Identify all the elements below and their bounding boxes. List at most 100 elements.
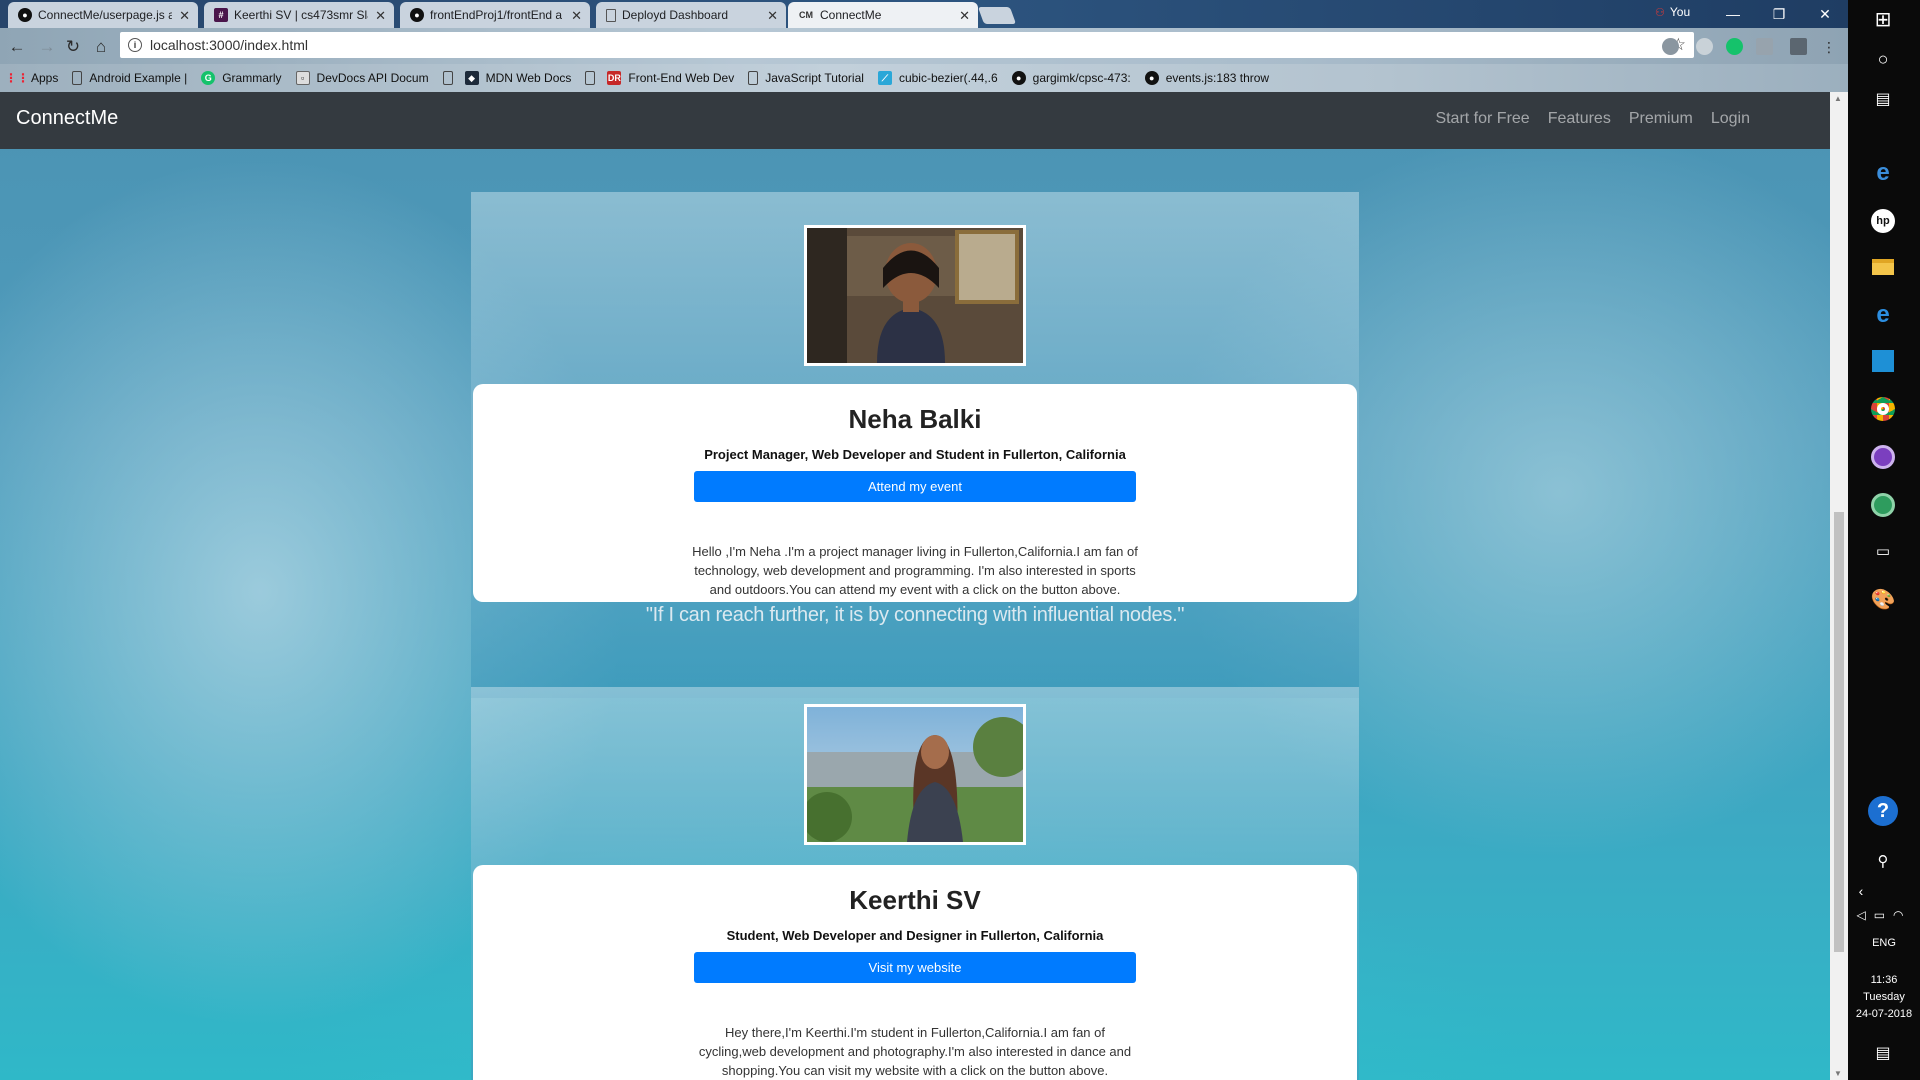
- bookmarks-bar: ⋮⋮ Apps Android Example | G Grammarly ▫ …: [0, 64, 1848, 92]
- portrait-image: [807, 707, 1023, 842]
- bookmark-label: DevDocs API Docum: [316, 71, 429, 85]
- page-icon: [606, 8, 616, 22]
- bookmark-item[interactable]: Android Example |: [72, 71, 187, 85]
- page-icon: [72, 71, 83, 85]
- profile-role: Student, Web Developer and Designer in F…: [726, 928, 1104, 943]
- bookmark-item[interactable]: ◆ MDN Web Docs: [442, 71, 572, 85]
- app-icon[interactable]: [1868, 442, 1898, 472]
- bookmark-label: MDN Web Docs: [485, 71, 572, 85]
- clock-time[interactable]: 11:36: [1848, 973, 1920, 988]
- profile-name: You: [1669, 5, 1691, 19]
- bookmark-label: JavaScript Tutorial: [765, 71, 864, 85]
- profile-photo-keerthi: [804, 704, 1026, 845]
- profile-button[interactable]: ⚇ You: [1655, 5, 1690, 19]
- menu-icon[interactable]: ⋮: [1818, 36, 1840, 58]
- close-icon[interactable]: ✕: [375, 8, 386, 24]
- file-explorer-icon[interactable]: [1868, 252, 1898, 282]
- tab-frontend-proj[interactable]: ● frontEndProj1/frontEnd a ✕: [400, 2, 590, 28]
- bookmark-label: cubic-bezier(.44,.6: [898, 71, 998, 85]
- bookmark-item[interactable]: ● gargimk/cpsc-473:: [1011, 71, 1131, 85]
- system-tray-icons[interactable]: ◁▭◠: [1854, 900, 1914, 930]
- windows-start-icon[interactable]: ⊞: [1868, 4, 1898, 34]
- cm-icon: CM: [799, 10, 813, 20]
- scroll-up-icon[interactable]: ▲: [1834, 94, 1842, 103]
- nav-login[interactable]: Login: [1711, 110, 1750, 128]
- home-icon[interactable]: ⌂: [90, 36, 112, 58]
- url-text: localhost:3000/index.html: [150, 37, 308, 53]
- internet-explorer-icon[interactable]: e: [1868, 300, 1898, 330]
- terminal-icon[interactable]: ▭: [1868, 536, 1898, 566]
- profile-name: Keerthi SV: [849, 885, 981, 915]
- edge-icon[interactable]: e: [1868, 158, 1898, 188]
- nav-start-free[interactable]: Start for Free: [1435, 110, 1529, 128]
- paint-icon[interactable]: 🎨: [1868, 584, 1898, 614]
- scroll-down-icon[interactable]: ▼: [1834, 1069, 1842, 1078]
- profile-bio: Hey there,I'm Keerthi.I'm student in Ful…: [698, 1025, 1132, 1078]
- extension-icon[interactable]: [1696, 38, 1713, 55]
- attend-event-button[interactable]: Attend my event: [694, 471, 1136, 502]
- nav-features[interactable]: Features: [1548, 110, 1611, 128]
- info-icon[interactable]: i: [128, 38, 142, 52]
- profile-card-keerthi: Keerthi SV Student, Web Developer and De…: [473, 865, 1357, 1080]
- bookmark-item[interactable]: ● events.js:183 throw: [1144, 71, 1270, 85]
- bookmark-apps[interactable]: ⋮⋮ Apps: [5, 71, 58, 85]
- language-indicator[interactable]: ENG: [1848, 936, 1920, 951]
- tab-title: ConnectMe: [820, 8, 882, 22]
- bookmark-label: events.js:183 throw: [1165, 71, 1270, 85]
- github-icon: ●: [1144, 71, 1159, 85]
- restore-button[interactable]: ❐: [1756, 0, 1802, 28]
- help-icon[interactable]: ?: [1868, 796, 1898, 826]
- task-view-icon[interactable]: ▤: [1868, 84, 1898, 114]
- bookmark-item[interactable]: ⟋ cubic-bezier(.44,.6: [877, 71, 998, 85]
- extension-icon[interactable]: [1790, 38, 1807, 55]
- close-icon[interactable]: ✕: [571, 8, 582, 24]
- store-icon[interactable]: [1868, 346, 1898, 376]
- people-icon[interactable]: ⚲: [1868, 846, 1898, 876]
- site-navbar: ConnectMe Start for Free Features Premiu…: [0, 92, 1830, 149]
- notifications-icon[interactable]: ▤: [1868, 1038, 1898, 1068]
- page-scrollbar[interactable]: ▲ ▼: [1830, 92, 1848, 1080]
- minimize-button[interactable]: —: [1710, 0, 1756, 28]
- close-icon[interactable]: ✕: [767, 8, 778, 24]
- nav-links: Start for Free Features Premium Login: [1435, 110, 1750, 128]
- bookmark-item[interactable]: ▫ DevDocs API Docum: [295, 71, 429, 85]
- quote-text: "If I can reach further, it is by connec…: [645, 604, 1185, 626]
- bookmark-item[interactable]: G Grammarly: [201, 71, 282, 85]
- devdocs-icon: ▫: [295, 71, 310, 85]
- nav-premium[interactable]: Premium: [1629, 110, 1693, 128]
- visit-website-button[interactable]: Visit my website: [694, 952, 1136, 983]
- tab-title: ConnectMe/userpage.js a: [38, 8, 172, 22]
- github-icon: ●: [410, 8, 424, 22]
- tab-title: frontEndProj1/frontEnd a: [430, 8, 563, 22]
- reload-icon[interactable]: ↻: [62, 36, 84, 58]
- close-window-button[interactable]: ✕: [1802, 0, 1848, 28]
- scroll-thumb[interactable]: [1834, 512, 1844, 952]
- address-bar[interactable]: i localhost:3000/index.html ☆: [120, 32, 1694, 58]
- site-brand[interactable]: ConnectMe: [16, 107, 118, 130]
- extension-icon[interactable]: [1662, 38, 1679, 55]
- page-icon: [748, 71, 759, 85]
- extension-icon[interactable]: [1756, 38, 1773, 55]
- windows-taskbar: ⊞ ○ ▤ e hp e ▭ 🎨 ? ⚲ ‹ ◁▭◠ ENG 11:36 Tue…: [1848, 0, 1920, 1080]
- browser-toolbar: ← → ↻ ⌂ i localhost:3000/index.html ☆ ⋮: [0, 28, 1848, 64]
- forward-icon[interactable]: →: [36, 36, 58, 58]
- bookmark-item[interactable]: JavaScript Tutorial: [748, 71, 864, 85]
- tab-connectme-userpage[interactable]: ● ConnectMe/userpage.js a ✕: [8, 2, 198, 28]
- tab-deployd-dashboard[interactable]: Deployd Dashboard ✕: [596, 2, 786, 28]
- cortana-icon[interactable]: ○: [1868, 44, 1898, 74]
- tab-slack[interactable]: # Keerthi SV | cs473smr Sla ✕: [204, 2, 394, 28]
- back-icon[interactable]: ←: [6, 36, 28, 58]
- tab-connectme-active[interactable]: CM ConnectMe ✕: [788, 2, 978, 28]
- cubic-bezier-icon: ⟋: [877, 71, 892, 85]
- close-icon[interactable]: ✕: [959, 8, 970, 24]
- bookmark-item[interactable]: DR Front-End Web Dev: [585, 71, 734, 85]
- close-icon[interactable]: ✕: [179, 8, 190, 24]
- bookmark-label: gargimk/cpsc-473:: [1032, 71, 1131, 85]
- hp-icon[interactable]: hp: [1868, 206, 1898, 236]
- grammarly-extension-icon[interactable]: [1726, 38, 1743, 55]
- chrome-icon[interactable]: [1868, 394, 1898, 424]
- atom-icon[interactable]: [1868, 490, 1898, 520]
- profile-icon: ⚇: [1655, 6, 1665, 19]
- new-tab-button[interactable]: [977, 7, 1017, 24]
- mdn-icon: ◆: [464, 71, 479, 85]
